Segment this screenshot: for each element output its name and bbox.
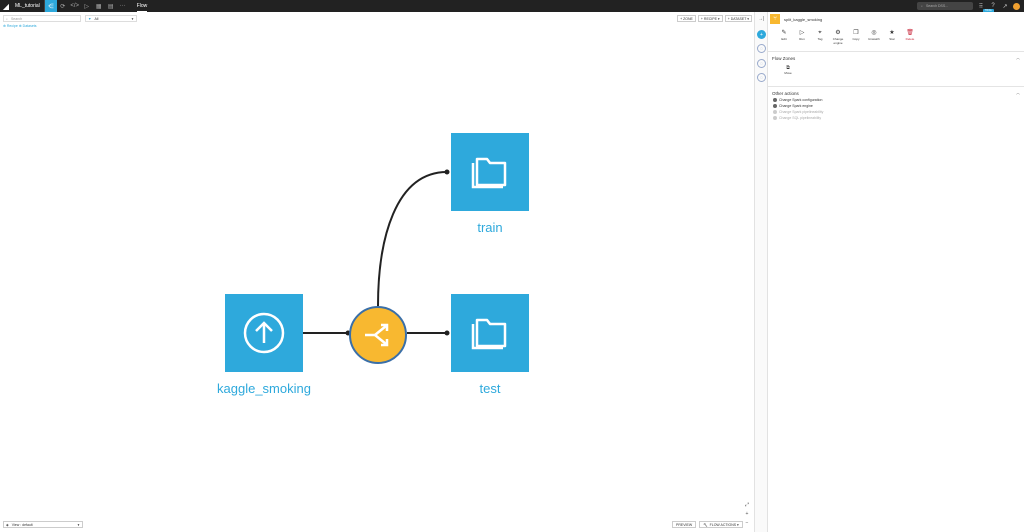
collapse-panel-icon[interactable]: →| [758,16,764,22]
tag-label: Tag [817,37,823,41]
right-panel-rail: →| + ◌ ◌ ◌ [754,12,768,532]
star-icon: ★ [889,30,895,36]
wrench-icon: 🔧︎ [703,522,708,527]
split-icon [365,323,389,347]
rail-schema-icon[interactable]: ◌ [757,59,766,68]
other-action-label: Change Spark configuration [779,98,823,102]
unwatch-label: Unwatch [868,37,880,41]
chevron-up-icon: ︿ [1016,55,1020,60]
panel-header: ⑂ split_kaggle_smoking [768,12,1024,26]
dataset-test[interactable] [451,294,529,372]
chevron-up-icon: ︿ [1016,90,1020,95]
search-icon: ⌕ [921,4,923,8]
pipeline-icon [773,110,777,114]
delete-button[interactable]: 🗑︎ Delete [903,30,917,45]
copy-icon: ❐ [853,30,859,36]
rail-discussion-icon[interactable]: ◌ [757,73,766,82]
change-engine-label: Change engine [832,37,844,45]
dataset-label-train[interactable]: train [420,220,560,235]
change-spark-pipelineability-action: Change Spark pipelineability [773,110,1020,114]
change-spark-engine-action[interactable]: Change Spark engine [773,104,1020,108]
fullscreen-icon[interactable]: ⤢ [742,502,752,508]
edit-button[interactable]: ✎ Edit [777,30,791,45]
other-actions-title: Other actions [772,90,799,96]
upload-icon [243,312,285,354]
preview-button[interactable]: PREVIEW [672,521,697,528]
panel-actions: ✎ Edit ▷ Run ⌖ Tag ⚙ Change engine ❐ Copy ◎ Un… [768,26,1024,45]
flow-actions-label: FLOW ACTIONS ▾ [709,522,739,527]
pencil-icon: ✎ [781,30,787,36]
edge-dot [444,169,450,175]
flow-zones-header[interactable]: Flow Zones ︿ [772,55,1020,61]
move-label: Move [784,71,792,75]
global-search-input[interactable]: ⌕ Search DSS... [917,2,973,10]
spark-icon [773,98,777,102]
star-button[interactable]: ★ Star [885,30,899,45]
other-action-label: Change Spark pipelineability [779,110,824,114]
spark-icon [773,104,777,108]
run-label: Run [799,37,805,41]
zoom-out-icon[interactable]: − [742,520,752,526]
rail-info-icon[interactable]: + [757,30,766,39]
edit-label: Edit [781,37,787,41]
flow-zones-section: Flow Zones ︿ ⧉ Move [768,51,1024,80]
eye-off-icon: ◎ [871,30,877,36]
activity-icon[interactable]: ↗ [1001,3,1009,10]
flow-zones-title: Flow Zones [772,55,796,61]
other-action-label: Change SQL pipelineability [779,116,822,120]
dataset-label-kaggle-smoking[interactable]: kaggle_smoking [194,381,334,396]
run-button[interactable]: ▷ Run [795,30,809,45]
move-to-zone-button[interactable]: ⧉ Move [781,65,795,75]
trash-icon: 🗑︎ [906,30,914,36]
view-select-value: View : default [11,522,33,527]
folder-icon [471,157,507,189]
change-sql-pipelineability-action: Change SQL pipelineability [773,116,1020,120]
tag-button[interactable]: ⌖ Tag [813,30,827,45]
rail-details-icon[interactable]: ◌ [757,44,766,53]
dataset-kaggle-smoking[interactable] [225,294,303,372]
view-select[interactable]: ◈ View : default ▼ [3,521,83,528]
edge-recipe-to-train [377,171,448,307]
global-search-placeholder: Search DSS... [925,4,949,8]
avatar[interactable] [1013,2,1020,10]
chevron-down-icon: ▼ [77,522,80,527]
dataset-label-test[interactable]: test [420,381,560,396]
change-engine-button[interactable]: ⚙ Change engine [831,30,845,45]
split-recipe-icon: ⑂ [770,14,780,24]
right-panel: ⑂ split_kaggle_smoking ✎ Edit ▷ Run ⌖ Tag ⚙… [768,12,1024,532]
delete-label: Delete [905,37,915,41]
flow-edges [303,169,450,336]
unwatch-button[interactable]: ◎ Unwatch [867,30,881,45]
folder-icon [471,318,507,350]
star-label: Star [889,37,895,41]
pipeline-icon [773,116,777,120]
split-recipe-node[interactable] [349,306,407,364]
layers-icon: ◈ [6,522,9,527]
tag-icon: ⌖ [818,30,822,36]
copy-button[interactable]: ❐ Copy [849,30,863,45]
zoom-in-icon[interactable]: + [742,511,752,517]
flow-actions-button[interactable]: 🔧︎ FLOW ACTIONS ▾ [699,521,743,528]
play-icon: ▷ [799,30,805,36]
other-actions-section: Other actions ︿ Change Spark configurati… [768,86,1024,123]
dataset-train[interactable] [451,133,529,211]
change-spark-config-action[interactable]: Change Spark configuration [773,98,1020,102]
other-action-label: Change Spark engine [779,104,813,108]
other-actions-header[interactable]: Other actions ︿ [772,90,1020,96]
edge-dot [444,330,450,336]
gear-icon: ⚙ [835,30,841,36]
copy-label: Copy [852,37,860,41]
panel-title[interactable]: split_kaggle_smoking [784,17,822,22]
